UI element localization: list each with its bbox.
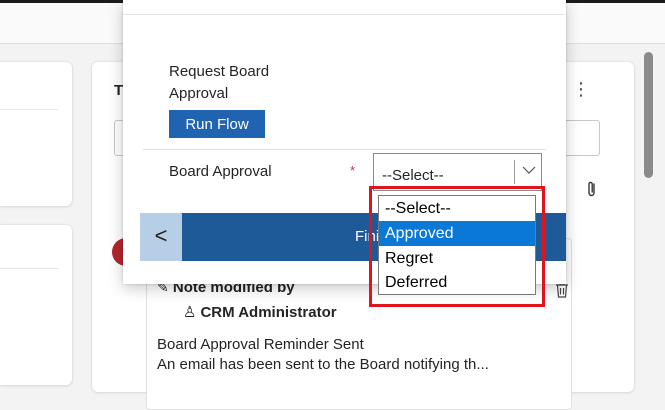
more-vertical-icon[interactable]: ⋮ <box>572 80 590 98</box>
run-flow-button[interactable]: Run Flow <box>169 110 265 138</box>
note-author: ♙ CRM Administrator <box>183 303 337 321</box>
option-select[interactable]: --Select-- <box>379 196 535 221</box>
divider <box>0 109 58 110</box>
divider <box>123 14 566 15</box>
note-author-name: CRM Administrator <box>200 304 337 321</box>
paperclip-icon[interactable] <box>586 180 598 198</box>
scrollbar-thumb[interactable] <box>644 52 653 178</box>
select-divider <box>514 160 515 184</box>
left-card-top <box>0 62 72 206</box>
board-approval-label: Board Approval <box>169 163 272 180</box>
stage-step-label: Request Board Approval <box>169 63 270 102</box>
back-button[interactable]: < <box>140 213 182 261</box>
left-card-bottom <box>0 225 72 385</box>
dropdown-highlight-callout: --Select-- Approved Regret Deferred <box>369 186 545 307</box>
note-body: An email has been sent to the Board noti… <box>157 356 489 373</box>
timeline-title: T <box>114 82 124 99</box>
select-value: --Select-- <box>382 167 444 184</box>
option-regret[interactable]: Regret <box>379 246 535 271</box>
note-subject: Board Approval Reminder Sent <box>157 336 364 353</box>
person-icon: ♙ <box>183 304 197 321</box>
board-approval-options: --Select-- Approved Regret Deferred <box>378 195 536 295</box>
divider <box>0 268 58 269</box>
chevron-down-icon[interactable] <box>521 162 537 178</box>
divider <box>143 149 546 150</box>
option-approved[interactable]: Approved <box>379 221 535 246</box>
required-marker: * <box>350 163 356 178</box>
trash-icon[interactable] <box>555 282 569 298</box>
option-deferred[interactable]: Deferred <box>379 270 535 295</box>
page-scrollbar[interactable] <box>644 52 653 380</box>
